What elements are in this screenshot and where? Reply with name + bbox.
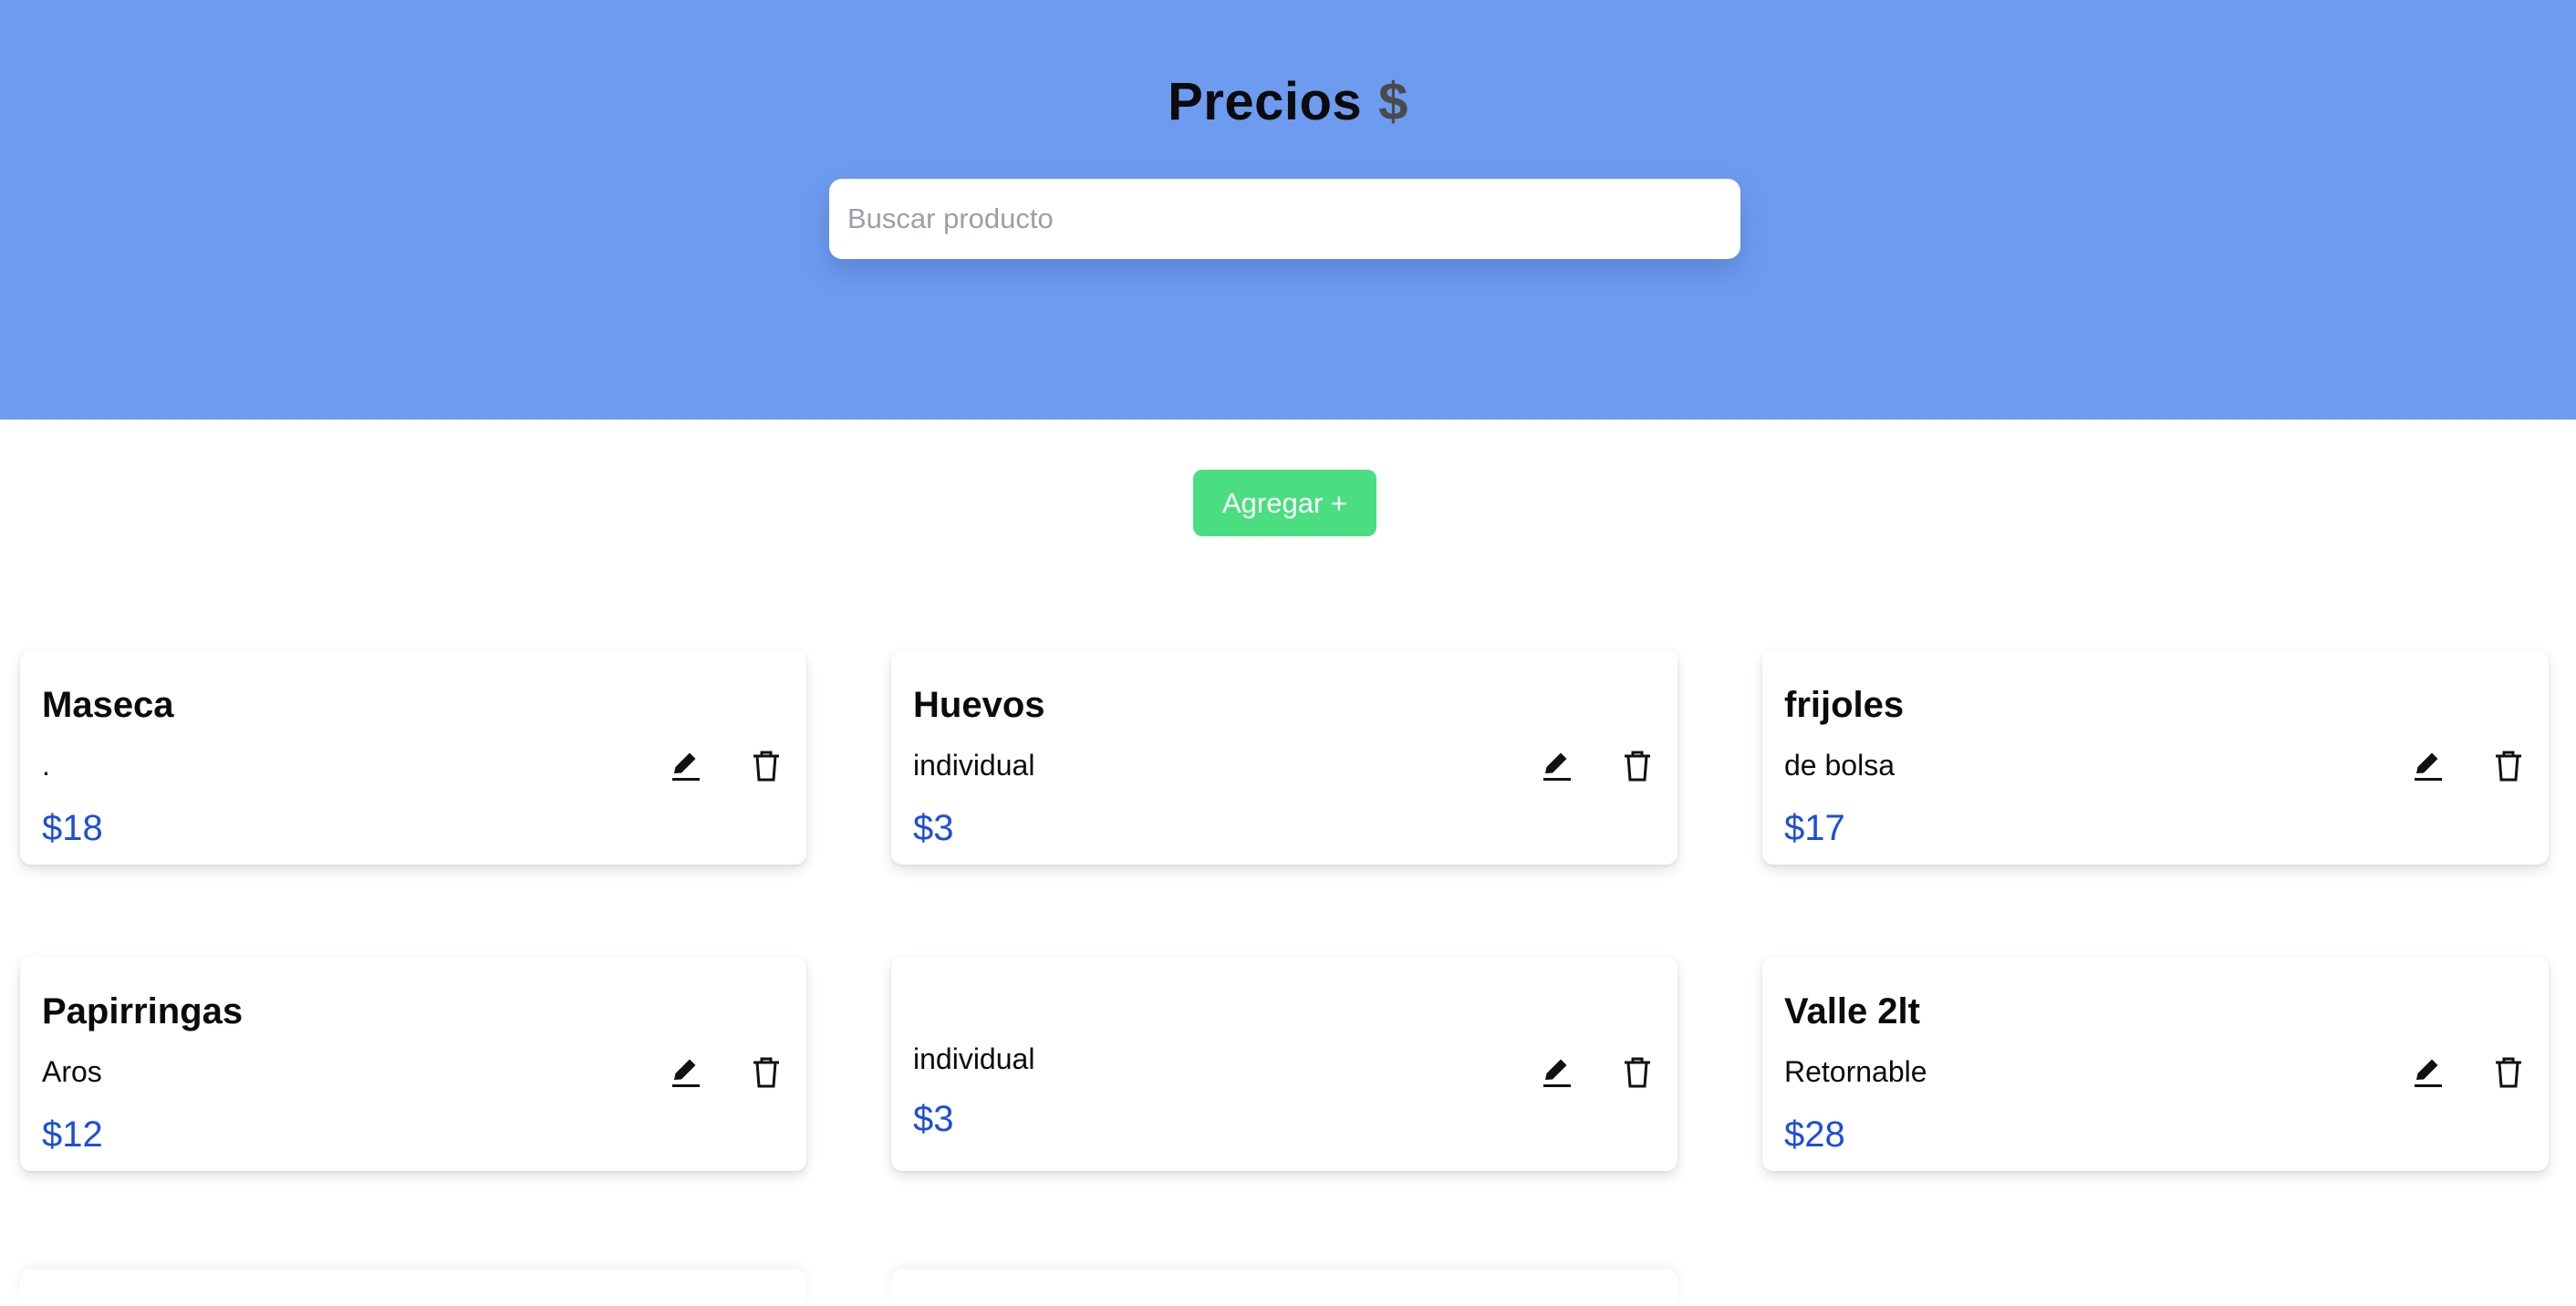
pencil-icon xyxy=(1543,1059,1571,1087)
trash-icon xyxy=(1625,1057,1650,1088)
product-description: de bolsa xyxy=(1784,749,1895,782)
delete-button[interactable] xyxy=(744,1050,788,1094)
product-card-partial xyxy=(20,1270,806,1306)
edit-button[interactable] xyxy=(664,1050,708,1094)
product-card-partial xyxy=(891,1270,1678,1306)
edit-button[interactable] xyxy=(1535,1050,1579,1094)
product-name: Papirringas xyxy=(42,991,244,1031)
trash-icon xyxy=(753,751,779,782)
edit-button[interactable] xyxy=(2406,1050,2450,1094)
page-title-text: Precios xyxy=(1168,72,1363,131)
delete-button[interactable] xyxy=(744,743,788,787)
edit-button[interactable] xyxy=(2406,743,2450,787)
product-price: $17 xyxy=(1784,808,1845,848)
product-name: Huevos xyxy=(913,685,1045,725)
page-title: Precios $ xyxy=(0,66,2576,139)
product-price: $3 xyxy=(913,1099,954,1139)
product-price: $3 xyxy=(913,808,954,848)
product-description: Retornable xyxy=(1784,1055,1927,1088)
product-name: Maseca xyxy=(42,685,174,725)
delete-button[interactable] xyxy=(1615,743,1659,787)
header-banner: Precios $ xyxy=(0,0,2576,420)
product-price: $12 xyxy=(42,1114,103,1155)
edit-button[interactable] xyxy=(1535,743,1579,787)
trash-icon xyxy=(2496,1057,2521,1088)
product-card: Huevos individual $3 xyxy=(891,650,1678,865)
product-price: $28 xyxy=(1784,1114,1845,1155)
product-description: individual xyxy=(913,749,1035,782)
trash-icon xyxy=(2496,751,2521,782)
product-description: individual xyxy=(913,1042,1035,1075)
product-name: Valle 2lt xyxy=(1784,991,1920,1031)
pencil-icon xyxy=(672,1059,700,1087)
product-card: frijoles de bolsa $17 xyxy=(1762,650,2549,865)
product-card: individual $3 xyxy=(891,957,1678,1171)
trash-icon xyxy=(753,1057,779,1088)
add-product-button[interactable]: Agregar + xyxy=(1193,470,1376,536)
delete-button[interactable] xyxy=(2487,743,2530,787)
product-card: Valle 2lt Retornable $28 xyxy=(1762,957,2549,1171)
product-card: Papirringas Aros $12 xyxy=(20,957,806,1171)
pencil-icon xyxy=(2415,1059,2442,1087)
product-description: Aros xyxy=(42,1055,102,1088)
product-description: . xyxy=(42,749,50,782)
pencil-icon xyxy=(2415,752,2442,781)
pencil-icon xyxy=(1543,752,1571,781)
product-card: Maseca . $18 xyxy=(20,650,806,865)
product-price: $18 xyxy=(42,808,103,848)
dollar-icon: $ xyxy=(1378,72,1408,131)
trash-icon xyxy=(1625,751,1650,782)
edit-button[interactable] xyxy=(664,743,708,787)
pencil-icon xyxy=(672,752,700,781)
search-input[interactable] xyxy=(829,179,1740,259)
delete-button[interactable] xyxy=(2487,1050,2530,1094)
delete-button[interactable] xyxy=(1615,1050,1659,1094)
product-name: frijoles xyxy=(1784,685,1905,725)
